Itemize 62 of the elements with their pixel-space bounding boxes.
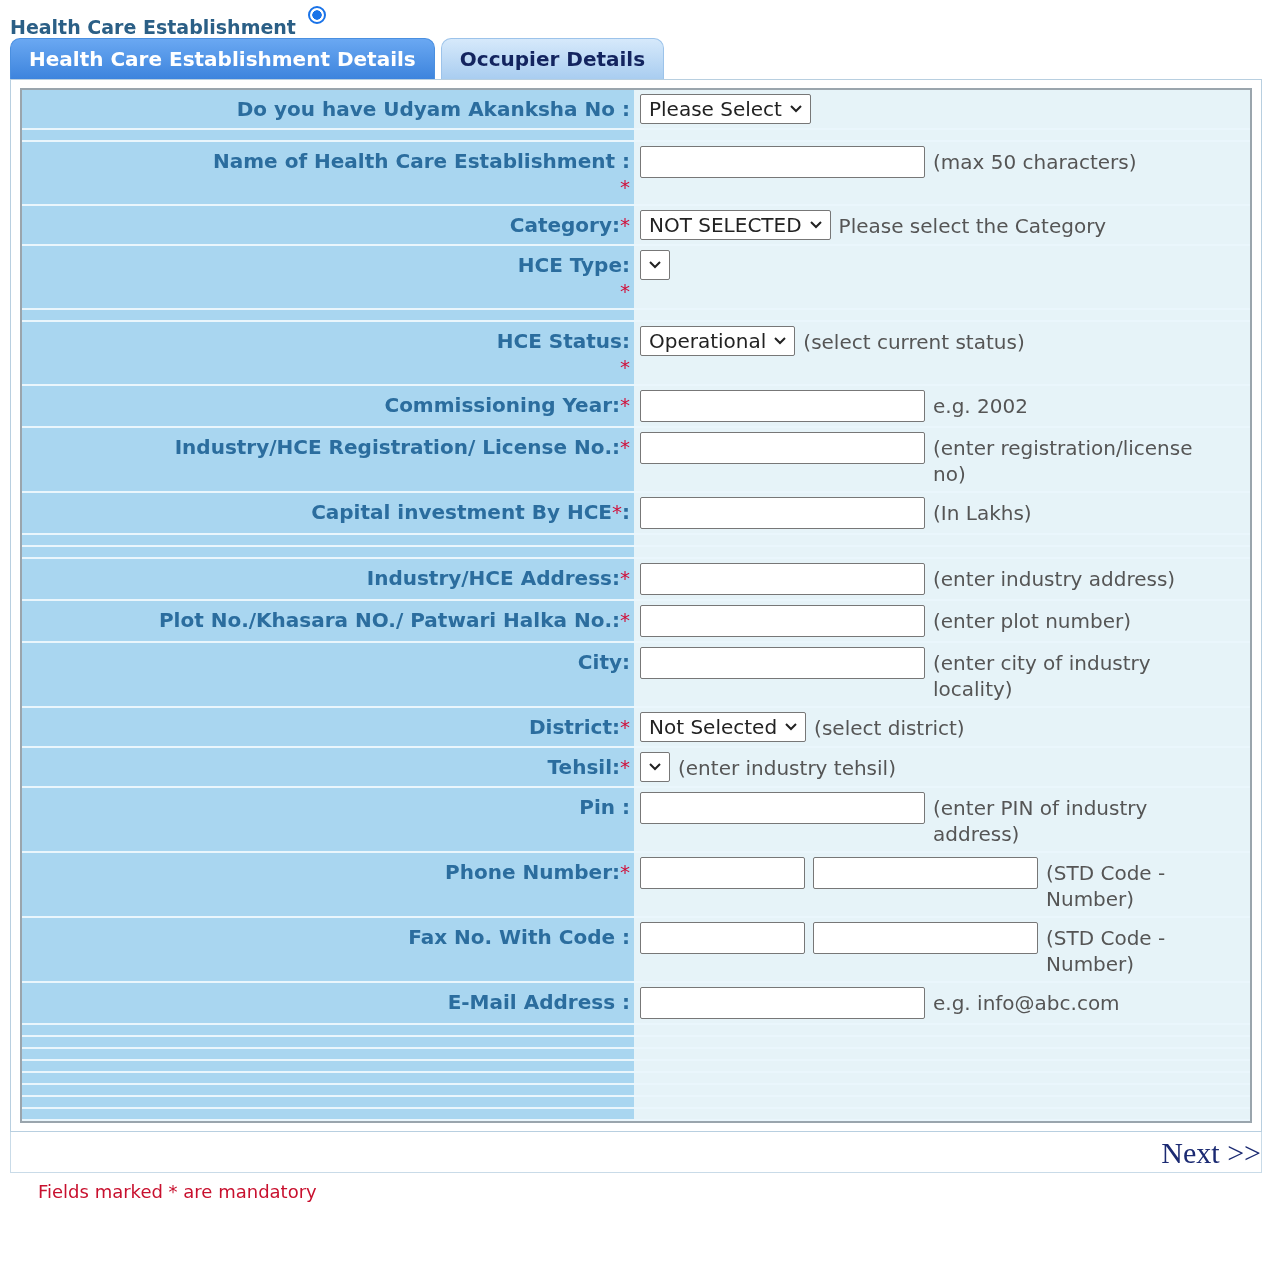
field-label: Category:* (509, 213, 630, 237)
dropdown[interactable]: Operational (640, 326, 796, 356)
number-field[interactable] (813, 857, 1038, 889)
field-label: Phone Number:* (445, 860, 630, 884)
std-code-field[interactable] (640, 857, 805, 889)
dropdown[interactable] (640, 752, 670, 782)
field-label: Do you have Udyam Akanksha No : (236, 97, 630, 121)
input-field[interactable] (640, 647, 925, 679)
field-label: Pin : (579, 795, 630, 819)
field-hint: (enter registration/license no) (933, 435, 1194, 487)
caret-icon (649, 261, 661, 269)
radio-button[interactable] (307, 6, 326, 24)
mandatory-note: Fields marked * are mandatory (38, 1181, 317, 1202)
number-field[interactable] (813, 922, 1038, 954)
field-label: Commissioning Year:* (384, 393, 630, 417)
field-label: E-Mail Address : (447, 990, 630, 1014)
input-field[interactable] (640, 987, 925, 1019)
caret-icon (774, 337, 787, 345)
dropdown[interactable] (640, 250, 670, 280)
field-hint: (In Lakhs) (933, 500, 1032, 526)
field-label: City: (577, 650, 630, 674)
field-label: HCE Type: * (517, 253, 630, 303)
input-field[interactable] (640, 390, 925, 422)
field-hint: (max 50 characters) (933, 149, 1137, 175)
next-link[interactable]: Next >> (1161, 1136, 1261, 1169)
field-hint: (select district) (814, 715, 965, 741)
caret-icon (809, 221, 822, 229)
field-label: Fax No. With Code : (408, 925, 630, 949)
tab[interactable]: Occupier Details (440, 38, 665, 79)
input-field[interactable] (640, 432, 925, 464)
field-hint: (STD Code - Number) (1046, 925, 1167, 977)
dropdown[interactable]: Please Select (640, 94, 811, 124)
field-hint: Please select the Category (838, 213, 1107, 239)
field-label: Industry/HCE Registration/ License No.:* (174, 435, 630, 459)
field-label: Name of Health Care Establishment : * (213, 149, 630, 199)
dropdown[interactable]: Not Selected (640, 712, 807, 742)
field-label: Tehsil:* (547, 755, 630, 779)
field-hint: (enter industry tehsil) (678, 755, 896, 781)
section-title: Health Care Establishment (10, 16, 296, 38)
field-hint: (enter PIN of industry address) (933, 795, 1149, 847)
field-label: Plot No./Khasara NO./ Patwari Halka No.:* (158, 608, 630, 632)
field-hint: (select current status) (803, 329, 1025, 355)
caret-icon (789, 105, 802, 113)
field-hint: (enter plot number) (933, 608, 1132, 634)
field-hint: (enter industry address) (933, 566, 1176, 592)
field-hint: (STD Code - Number) (1046, 860, 1167, 912)
field-hint: e.g. 2002 (933, 393, 1028, 419)
field-label: Capital investment By HCE*: (311, 500, 630, 524)
field-label: District:* (528, 715, 630, 739)
field-hint: e.g. info@abc.com (933, 990, 1120, 1016)
input-field[interactable] (640, 792, 925, 824)
field-hint: (enter city of industry locality) (933, 650, 1152, 702)
dropdown[interactable]: NOT SELECTED (640, 210, 831, 240)
caret-icon (785, 723, 798, 731)
input-field[interactable] (640, 605, 925, 637)
field-label: HCE Status: * (496, 329, 630, 379)
field-label: Industry/HCE Address:* (366, 566, 630, 590)
std-code-field[interactable] (640, 922, 805, 954)
input-field[interactable] (640, 146, 925, 178)
input-field[interactable] (640, 563, 925, 595)
input-field[interactable] (640, 497, 925, 529)
caret-icon (649, 763, 661, 771)
